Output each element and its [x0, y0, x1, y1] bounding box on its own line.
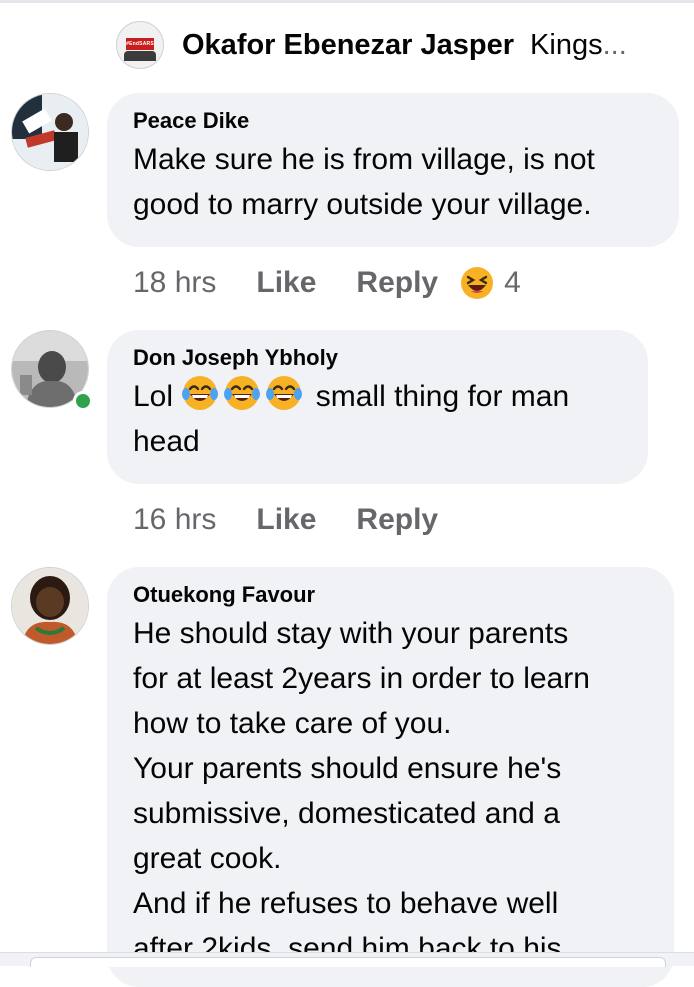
comment-bubble: Don Joseph Ybholy Lol small thing for ma…	[107, 330, 648, 484]
comment-bubble: Peace Dike Make sure he is from village,…	[107, 93, 679, 247]
reply-button[interactable]: Reply	[356, 503, 438, 537]
parent-reply-author[interactable]: Okafor Ebenezar Jasper	[182, 29, 514, 62]
comment-input[interactable]	[30, 957, 666, 967]
comment-actions: 18 hrs Like Reply 4	[133, 263, 521, 303]
comment-bubble: Otuekong Favour He should stay with your…	[107, 567, 674, 987]
reply-button[interactable]: Reply	[356, 266, 438, 300]
laughing-emoji-icon	[461, 267, 494, 299]
comment-author[interactable]: Otuekong Favour	[133, 581, 648, 609]
like-button[interactable]: Like	[256, 266, 316, 300]
reaction-summary[interactable]: 4	[460, 266, 521, 300]
comment-text: Make sure he is from village, is not goo…	[133, 143, 595, 221]
comment-text: He should stay with your parents for at …	[133, 617, 590, 965]
comment-actions: 16 hrs Like Reply	[133, 500, 478, 540]
comment-timestamp[interactable]: 16 hrs	[133, 503, 216, 537]
parent-reply-preview: Kings...	[530, 28, 627, 61]
tears-of-joy-emoji-icon	[182, 376, 219, 410]
tears-of-joy-emoji-icon	[266, 376, 303, 410]
top-divider	[0, 0, 694, 3]
avatar[interactable]	[11, 93, 89, 171]
comment-text: Lol small thing for man head	[133, 374, 622, 464]
reaction-count: 4	[504, 266, 521, 299]
comment-author[interactable]: Don Joseph Ybholy	[133, 344, 622, 372]
comment-author[interactable]: Peace Dike	[133, 107, 653, 135]
endsars-banner-icon: #EndSARS	[126, 38, 154, 50]
online-status-indicator	[73, 391, 93, 411]
avatar[interactable]: #EndSARS	[116, 21, 164, 69]
like-button[interactable]: Like	[256, 503, 316, 537]
parent-reply-row[interactable]: #EndSARS Okafor Ebenezar Jasper Kings...	[116, 20, 627, 70]
ellipsis: ...	[602, 28, 627, 61]
comment-composer-bar	[0, 952, 694, 967]
tears-of-joy-emoji-icon	[224, 376, 261, 410]
comment-timestamp[interactable]: 18 hrs	[133, 266, 216, 300]
avatar[interactable]	[11, 567, 89, 645]
